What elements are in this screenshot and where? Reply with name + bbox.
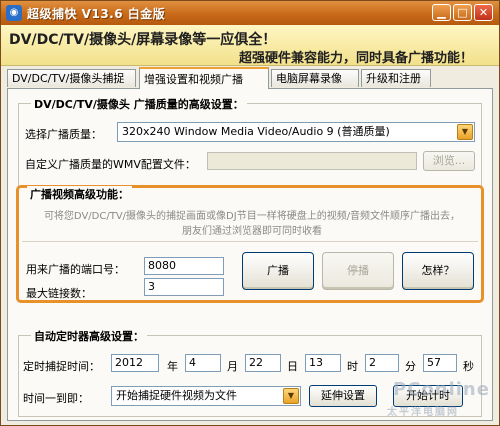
broadcast-button[interactable]: 广播 xyxy=(242,252,314,290)
wmv-config-label: 自定义广播质量的WMV配置文件： xyxy=(25,158,196,171)
watermark-site: 太平洋电脑网 xyxy=(387,407,459,418)
month-input[interactable]: 4 xyxy=(185,354,221,372)
timer-action-value: 开始捕捉硬件视频为文件 xyxy=(116,389,237,402)
stop-broadcast-button[interactable]: 停播 xyxy=(322,252,394,290)
minimize-button[interactable]: ▁ xyxy=(432,4,451,21)
broadcast-description: 可将您DV/DC/TV/摄像头的捕捉画面或像DJ节目一样将硬盘上的视频/音频文件… xyxy=(43,211,461,237)
max-connections-input[interactable]: 3 xyxy=(144,278,224,296)
chevron-down-icon[interactable]: ▼ xyxy=(457,124,473,140)
tab-advanced-broadcast[interactable]: 增强设置和视频广播 xyxy=(139,67,269,89)
tab-bar: DV/DC/TV/摄像头捕捉 增强设置和视频广播 电脑屏幕录像 升级和注册 xyxy=(7,67,497,89)
close-button[interactable]: ✕ xyxy=(474,4,493,21)
day-unit: 日 xyxy=(287,360,298,373)
browse-button[interactable]: 浏览... xyxy=(423,151,475,171)
maximize-button[interactable]: □ xyxy=(453,4,472,21)
quality-settings-group: DV/DC/TV/摄像头 广播质量的高级设置： 选择广播质量： 320x240 … xyxy=(18,96,482,189)
banner-slogan-primary: DV/DC/TV/摄像头/屏幕录像等一应俱全！ xyxy=(9,32,277,48)
title-bar[interactable]: ◉ 超级捕快 V13.6 白金版 ▁ □ ✕ xyxy=(1,1,499,25)
quality-select[interactable]: 320x240 Window Media Video/Audio 9 (普通质量… xyxy=(117,122,475,142)
window-title: 超级捕快 V13.6 白金版 xyxy=(27,7,166,21)
tab-capture[interactable]: DV/DC/TV/摄像头捕捉 xyxy=(7,69,136,87)
hour-input[interactable]: 13 xyxy=(305,354,341,372)
app-icon: ◉ xyxy=(6,5,22,21)
watermark-brand: PConline xyxy=(393,379,490,400)
tab-upgrade-register[interactable]: 升级和注册 xyxy=(361,69,431,87)
day-input[interactable]: 22 xyxy=(245,354,281,372)
minute-input[interactable]: 2 xyxy=(365,354,399,372)
timer-action-label: 时间一到即： xyxy=(23,392,89,405)
how-button[interactable]: 怎样？ xyxy=(402,252,474,290)
year-input[interactable]: 2012 xyxy=(111,354,159,372)
broadcast-group-legend: 广播视频高级功能： xyxy=(27,186,132,202)
promo-banner: DV/DC/TV/摄像头/屏幕录像等一应俱全！ 超强硬件兼容能力，同时具备广播功… xyxy=(1,25,499,66)
hour-unit: 时 xyxy=(347,360,358,373)
quality-select-label: 选择广播质量： xyxy=(25,128,102,141)
delay-settings-button[interactable]: 延伸设置 xyxy=(309,385,377,407)
quality-select-value: 320x240 Window Media Video/Audio 9 (普通质量… xyxy=(122,125,390,138)
month-unit: 月 xyxy=(227,360,238,373)
year-unit: 年 xyxy=(167,360,178,373)
chevron-down-icon[interactable]: ▼ xyxy=(283,388,299,404)
timer-action-select[interactable]: 开始捕捉硬件视频为文件 ▼ xyxy=(111,386,301,406)
app-window: ◉ 超级捕快 V13.6 白金版 ▁ □ ✕ DV/DC/TV/摄像头/屏幕录像… xyxy=(0,0,500,426)
timer-group-legend: 自动定时器高级设置： xyxy=(31,328,147,344)
wmv-config-field[interactable] xyxy=(207,152,417,170)
second-input[interactable]: 57 xyxy=(423,354,457,372)
banner-slogan-secondary: 超强硬件兼容能力，同时具备广播功能！ xyxy=(239,51,474,66)
watermark-logo: PConline 太平洋电脑网 xyxy=(383,371,495,423)
port-label: 用来广播的端口号： xyxy=(26,263,125,276)
max-connections-label: 最大链接数： xyxy=(26,287,92,300)
broadcast-divider xyxy=(22,241,478,242)
quality-group-legend: DV/DC/TV/摄像头 广播质量的高级设置： xyxy=(31,96,247,112)
port-input[interactable]: 8080 xyxy=(144,257,224,275)
tab-screen-record[interactable]: 电脑屏幕录像 xyxy=(271,69,359,87)
capture-time-label: 定时捕捉时间： xyxy=(23,360,100,373)
